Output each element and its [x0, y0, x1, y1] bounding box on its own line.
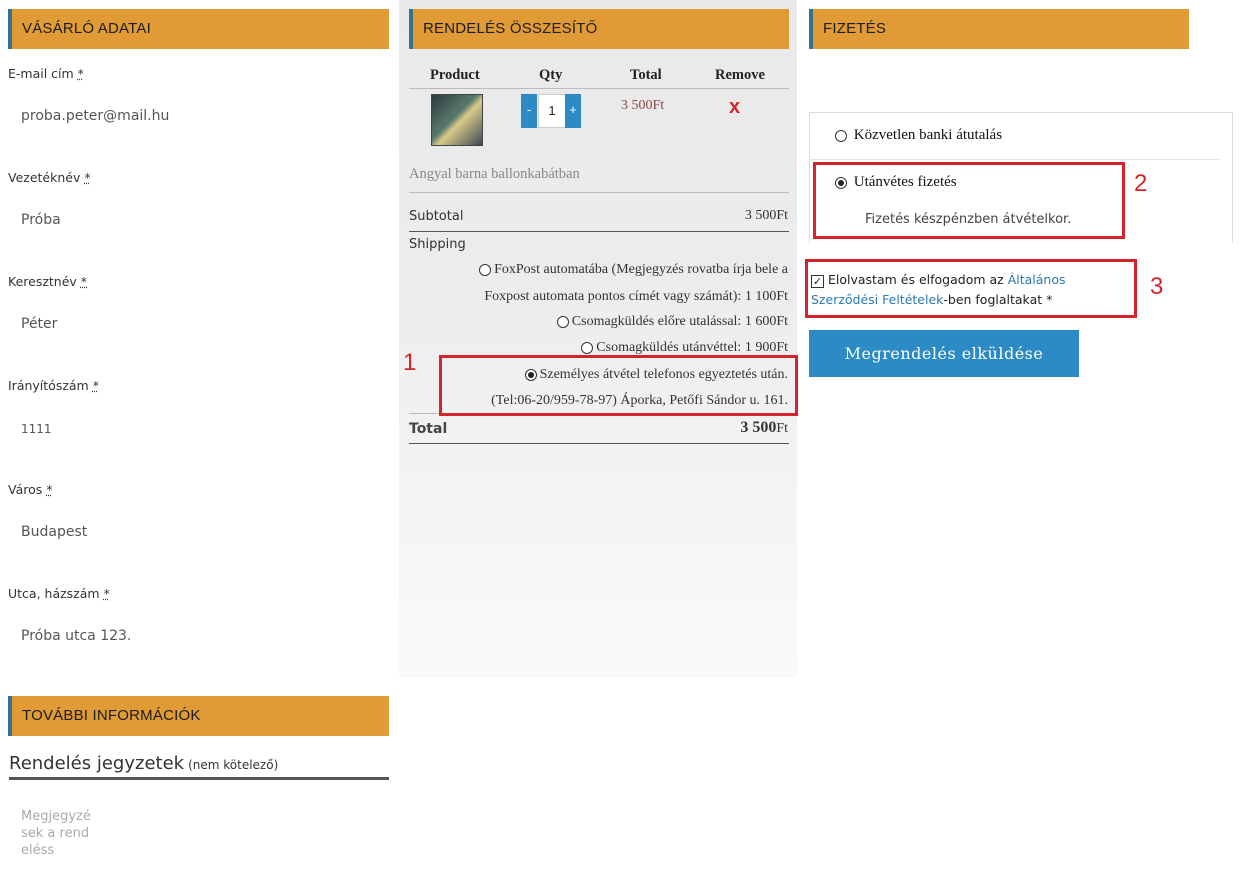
summary-section: RENDELÉS ÖSSZESÍTŐ Product Qty Total Rem…: [399, 0, 797, 678]
shipping-option-foxpost-line2: Foxpost automata pontos címét vagy számá…: [484, 289, 788, 304]
annotation-label-2: 2: [1134, 170, 1148, 197]
customer-section: VÁSÁRLÓ ADATAI: [8, 9, 389, 49]
payment-section: FIZETÉS: [809, 9, 1189, 49]
subtotal-label: Subtotal: [409, 209, 464, 224]
submit-order-button[interactable]: Megrendelés elküldése: [809, 330, 1079, 377]
col-remove: Remove: [715, 67, 765, 83]
extra-header: TOVÁBBI INFORMÁCIÓK: [8, 696, 389, 736]
divider: [409, 231, 789, 232]
annotation-box-2: [813, 162, 1125, 239]
qty-input[interactable]: 1: [538, 94, 566, 128]
summary-header: RENDELÉS ÖSSZESÍTŐ: [409, 9, 789, 49]
radio-icon[interactable]: [479, 263, 492, 276]
city-field[interactable]: Budapest: [21, 524, 87, 540]
radio-icon[interactable]: [556, 315, 569, 328]
city-label: Város *: [8, 482, 53, 497]
item-total: 3 500Ft: [621, 98, 665, 113]
product-thumbnail[interactable]: [431, 94, 483, 146]
total-value: 3 500Ft: [740, 419, 788, 437]
shipping-option-text: Csomagküldés utánvéttel: 1 900Ft: [596, 340, 788, 355]
firstname-field[interactable]: Péter: [21, 316, 57, 332]
annotation-label-1: 1: [403, 349, 417, 376]
payment-option-bank[interactable]: Közvetlen banki átutalás: [835, 127, 1002, 144]
shipping-option-foxpost[interactable]: FoxPost automatába (Megjegyzés rovatba í…: [479, 262, 788, 278]
col-qty: Qty: [539, 67, 563, 83]
payment-header: FIZETÉS: [809, 9, 1189, 49]
product-name[interactable]: Angyal barna ballonkabátban: [409, 166, 580, 183]
total-amount: 3 500: [740, 419, 777, 436]
email-label: E-mail cím *: [8, 66, 84, 81]
radio-icon[interactable]: [835, 129, 847, 142]
col-total: Total: [630, 67, 662, 83]
shipping-option-cod[interactable]: Csomagküldés utánvéttel: 1 900Ft: [581, 340, 788, 356]
firstname-label: Keresztnév *: [8, 274, 88, 289]
qty-minus-button[interactable]: -: [521, 94, 537, 128]
divider: [409, 443, 789, 444]
street-label: Utca, házszám *: [8, 586, 110, 601]
total-currency: Ft: [776, 421, 788, 436]
annotation-box-3: [805, 259, 1137, 318]
zip-field[interactable]: 1111: [21, 422, 52, 436]
col-product: Product: [430, 67, 480, 83]
radio-icon[interactable]: [581, 341, 594, 354]
divider: [409, 192, 789, 193]
annotation-box-1: [439, 355, 798, 416]
lastname-field[interactable]: Próba: [21, 212, 61, 228]
divider: [809, 159, 1219, 160]
notes-title: Rendelés jegyzetek (nem kötelező): [9, 753, 389, 780]
remove-icon[interactable]: x: [729, 96, 740, 119]
shipping-option-prepaid[interactable]: Csomagküldés előre utalással: 1 600Ft: [556, 314, 788, 330]
notes-title-text: Rendelés jegyzetek: [9, 753, 185, 774]
shipping-option-text: FoxPost automatába (Megjegyzés rovatba í…: [494, 262, 788, 277]
shipping-label: Shipping: [409, 237, 466, 252]
zip-label: Irányítószám *: [8, 378, 99, 393]
email-field[interactable]: proba.peter@mail.hu: [21, 108, 169, 124]
subtotal-value: 3 500Ft: [744, 208, 788, 223]
customer-header: VÁSÁRLÓ ADATAI: [8, 9, 389, 49]
extra-section: TOVÁBBI INFORMÁCIÓK: [8, 696, 389, 736]
annotation-label-3: 3: [1150, 273, 1164, 300]
street-field[interactable]: Próba utca 123.: [21, 628, 131, 644]
qty-plus-button[interactable]: +: [565, 94, 581, 128]
notes-textarea[interactable]: Megjegyzések a rendeléss: [21, 808, 91, 859]
divider: [409, 88, 789, 89]
payment-option-text: Közvetlen banki átutalás: [853, 127, 1003, 143]
shipping-option-text: Csomagküldés előre utalással: 1 600Ft: [571, 314, 788, 329]
total-label: Total: [409, 421, 448, 437]
lastname-label: Vezetéknév *: [8, 170, 91, 185]
notes-optional-text: (nem kötelező): [188, 758, 279, 772]
